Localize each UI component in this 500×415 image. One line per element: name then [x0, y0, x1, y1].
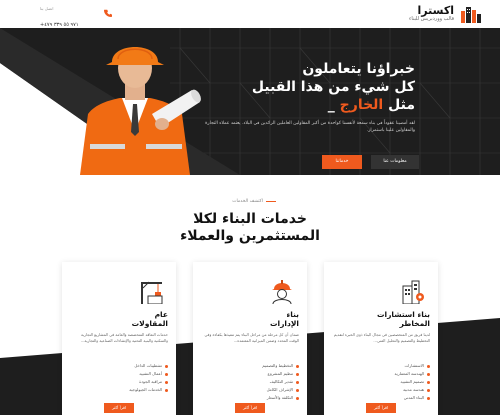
list-item: التخطيط والتصميم: [201, 362, 299, 370]
service-card-management[interactable]: بناء الإدارات ضمان أن كل مرحلة من مراحل …: [193, 262, 307, 415]
list-item: هندسة مدنية: [332, 386, 430, 394]
bullet-icon: [296, 380, 299, 384]
card-description: ضمان أن كل مرحلة من مراحل البناء يتم تنف…: [204, 332, 299, 343]
card-title-line1: بناء: [286, 310, 299, 319]
list-item: تشطيبات الداخل: [70, 362, 168, 370]
read-more-button[interactable]: اقرأ أكثر: [235, 403, 265, 413]
card-title-line2: المقاولات: [131, 319, 168, 328]
list-item: أعمال التشييد: [70, 370, 168, 378]
list-item: تصميم التشييد: [332, 378, 430, 386]
phone-contact[interactable]: اتصل بنا +٩٧١ ٥٥ ٣٣٩ ٤٧٩: [40, 6, 79, 30]
logo-subtitle: قالب ووردبريس للبناء: [409, 16, 454, 22]
card-title-line1: بناء استشارات: [376, 310, 430, 319]
building-logo-icon: [461, 7, 481, 23]
card-feature-list: الاستشارات الهندسة المعمارية تصميم التشي…: [332, 362, 430, 402]
logo[interactable]: اكسترا قالب ووردبريس للبناء: [409, 5, 482, 23]
hero-title: خبراؤنا يتعاملون كل شيء من هذا القبيل مث…: [190, 60, 415, 114]
card-title: بناء الإدارات: [270, 310, 299, 328]
bullet-icon: [296, 364, 299, 368]
card-title-line2: المخاطر: [399, 319, 430, 328]
card-title-line1: عام: [154, 310, 168, 319]
list-item-label: تشطيبات الداخل: [134, 363, 162, 368]
section-eyebrow: اكتشف الخدمات: [232, 199, 276, 204]
card-title: بناء استشارات المخاطر: [377, 310, 430, 328]
list-item-label: الإشراف الكامل: [266, 387, 293, 392]
services-button[interactable]: خدماتنا: [322, 155, 362, 169]
eyebrow-bar: [266, 201, 276, 202]
list-item-label: التخطيط والتصميم: [262, 363, 293, 368]
phone-label: اتصل بنا: [40, 6, 54, 11]
list-item-label: الاستشارات: [404, 363, 424, 368]
logo-text: اكسترا قالب ووردبريس للبناء: [409, 5, 454, 23]
card-description: لدينا فريق من المتخصصين في مجال البناء ذ…: [333, 332, 430, 343]
bullet-icon: [427, 396, 430, 400]
bullet-icon: [165, 388, 168, 392]
list-item: الإشراف الكامل: [201, 386, 299, 394]
list-item: الهندسة المعمارية: [332, 370, 430, 378]
eyebrow-text: اكتشف الخدمات: [232, 199, 263, 204]
hero-title-line3: مثل الخارج _: [190, 96, 415, 114]
list-item-label: الخدمات الجيولوجية: [129, 387, 162, 392]
worker-image: [80, 47, 201, 175]
bullet-icon: [427, 380, 430, 384]
read-more-button[interactable]: اقرأ أكثر: [366, 403, 396, 413]
bullet-icon: [296, 388, 299, 392]
read-more-button[interactable]: اقرأ أكثر: [104, 403, 134, 413]
hero-description: لقد أمضينا عقوداً في بناء سمعة لأنفسنا ك…: [205, 121, 415, 133]
list-item-label: تنظيم المشروع: [267, 371, 293, 376]
list-item: تقدير التكاليف: [201, 378, 299, 386]
list-item: مراقبة الجودة: [70, 378, 168, 386]
section-title-line2: المستثمرين والعملاء: [180, 228, 320, 244]
list-item: تنظيم المشروع: [201, 370, 299, 378]
list-item-label: تقدير التكاليف: [269, 379, 293, 384]
phone-number[interactable]: +٩٧١ ٥٥ ٣٣٩ ٤٧٩: [40, 22, 79, 28]
list-item-label: مراقبة الجودة: [139, 379, 162, 384]
list-item-label: هندسة مدنية: [403, 387, 424, 392]
worker-helmet-icon: [272, 280, 292, 304]
card-description: خدمات التعاقد المتخصصة والعامة في المشار…: [80, 332, 168, 343]
about-us-button[interactable]: معلومات عنا: [371, 155, 419, 169]
card-feature-list: التخطيط والتصميم تنظيم المشروع تقدير الت…: [201, 362, 299, 402]
section-title-line1: خدمات البناء لكلا: [193, 211, 307, 227]
bullet-icon: [296, 372, 299, 376]
phone-icon: [104, 9, 112, 17]
bullet-icon: [165, 364, 168, 368]
bullet-icon: [165, 372, 168, 376]
service-card-contracting[interactable]: عام المقاولات خدمات التعاقد المتخصصة وال…: [62, 262, 176, 415]
list-item: الاستشارات: [332, 362, 430, 370]
hero-title-line3-prefix: مثل: [383, 97, 415, 113]
list-item-label: التكلفة والأسعار: [266, 395, 293, 400]
bullet-icon: [427, 372, 430, 376]
list-item-label: البناء المدني: [403, 395, 424, 400]
service-card-consulting[interactable]: بناء استشارات المخاطر لدينا فريق من المت…: [324, 262, 438, 415]
bullet-icon: [427, 364, 430, 368]
hero-banner: خبراؤنا يتعاملون كل شيء من هذا القبيل مث…: [0, 28, 500, 175]
card-title-line2: الإدارات: [269, 319, 299, 328]
list-item: التكلفة والأسعار: [201, 394, 299, 402]
logo-title: اكسترا: [417, 4, 454, 17]
hero-title-line3-suffix: _: [327, 97, 340, 113]
section-title: خدمات البناء لكلا المستثمرين والعملاء: [0, 211, 500, 245]
list-item: البناء المدني: [332, 394, 430, 402]
hero-title-highlight: الخارج: [339, 97, 384, 113]
site-header: اكسترا قالب ووردبريس للبناء اتصل بنا +٩٧…: [0, 0, 500, 28]
list-item-label: الهندسة المعمارية: [394, 371, 424, 376]
card-title: عام المقاولات: [132, 310, 168, 328]
building-crane-icon: [141, 281, 163, 304]
building-gear-icon: [402, 280, 424, 304]
list-item: الخدمات الجيولوجية: [70, 386, 168, 394]
list-item-label: أعمال التشييد: [139, 371, 162, 376]
hero-title-line2: كل شيء من هذا القبيل: [251, 79, 415, 95]
bullet-icon: [296, 396, 299, 400]
hero-text: خبراؤنا يتعاملون كل شيء من هذا القبيل مث…: [190, 60, 415, 134]
bullet-icon: [427, 388, 430, 392]
hero-title-line1: خبراؤنا يتعاملون: [302, 61, 415, 77]
card-feature-list: تشطيبات الداخل أعمال التشييد مراقبة الجو…: [70, 362, 168, 394]
list-item-label: تصميم التشييد: [400, 379, 424, 384]
bullet-icon: [165, 380, 168, 384]
